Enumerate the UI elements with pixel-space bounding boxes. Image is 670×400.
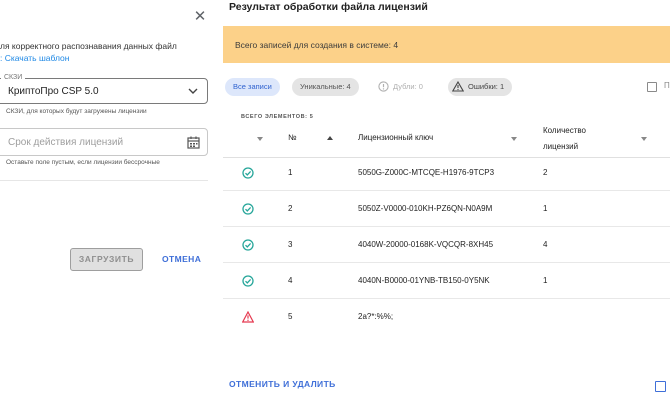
row-license-key: 4040N-B0000-01YNB-TB150-0Y5NK [358, 276, 490, 285]
bottom-checkbox[interactable] [655, 381, 666, 392]
column-license-count-line2: лицензий [543, 142, 579, 151]
cancel-button[interactable]: ОТМЕНА [162, 248, 201, 271]
chevron-down-icon [188, 88, 198, 94]
row-number: 3 [288, 240, 293, 249]
skzi-select-label: СКЗИ [1, 73, 26, 83]
row-license-count: 1 [543, 204, 548, 213]
skzi-helper-text: СКЗИ, для которых будут загружены лиценз… [6, 108, 147, 115]
filter-checkbox-label: П [664, 81, 670, 90]
table-row[interactable]: 5 2a?*:%%; [223, 299, 670, 335]
row-number: 1 [288, 168, 293, 177]
page-title: Результат обработки файла лицензий [229, 1, 428, 13]
column-license-count[interactable]: Количество [543, 126, 586, 135]
row-license-count: 2 [543, 168, 548, 177]
row-number: 5 [288, 312, 293, 321]
upload-button[interactable]: ЗАГРУЗИТЬ [70, 248, 143, 271]
table-row[interactable]: 3 4040W-20000-0168K-VQCQR-8XH45 4 [223, 227, 670, 263]
table-row[interactable]: 4 4040N-B0000-01YNB-TB150-0Y5NK 1 [223, 263, 670, 299]
records-summary-banner: Всего записей для создания в системе: 4 [223, 26, 670, 63]
download-template-link[interactable]: : Скачать шаблон [0, 53, 69, 63]
row-license-count: 4 [543, 240, 548, 249]
column-license-key[interactable]: Лицензионный ключ [358, 133, 433, 142]
table-row[interactable]: 1 5050G-Z000C-MTCQE-H1976-9TCP3 2 [223, 155, 670, 191]
column-number[interactable]: № [288, 133, 297, 142]
filter-checkbox[interactable] [647, 82, 657, 92]
row-license-count: 1 [543, 276, 548, 285]
check-circle-icon [242, 203, 254, 215]
check-circle-icon [242, 275, 254, 287]
row-license-key: 5050G-Z000C-MTCQE-H1976-9TCP3 [358, 168, 495, 177]
row-number: 2 [288, 204, 293, 213]
skzi-select-value: КриптоПро CSP 5.0 [8, 86, 99, 97]
chevron-down-icon[interactable] [640, 136, 648, 142]
sort-asc-icon[interactable] [326, 135, 334, 141]
divider [0, 180, 208, 181]
row-license-key: 5050Z-V0000-010KH-PZ6QN-N0A9M [358, 204, 493, 213]
filter-errors-label: Ошибки: 1 [468, 82, 505, 91]
close-icon[interactable]: ✕ [192, 9, 208, 25]
filter-unique-chip[interactable]: Уникальные: 4 [292, 78, 359, 96]
instruction-text: ля корректного распознавания данных файл [0, 41, 177, 51]
chevron-down-icon[interactable] [256, 136, 264, 142]
filter-errors-chip[interactable]: Ошибки: 1 [448, 78, 513, 96]
row-license-key: 4040W-20000-0168K-VQCQR-8XH45 [358, 240, 494, 249]
skzi-select[interactable]: СКЗИ КриптоПро CSP 5.0 [0, 73, 208, 104]
error-warning-icon [242, 311, 254, 323]
chevron-down-icon[interactable] [510, 136, 518, 142]
calendar-icon[interactable] [187, 136, 200, 149]
license-validity-placeholder: Срок действия лицензий [8, 137, 124, 148]
row-number: 4 [288, 276, 293, 285]
filter-duplicates-chip[interactable]: Дубли: 0 [375, 78, 431, 96]
cancel-and-delete-button[interactable]: ОТМЕНИТЬ И УДАЛИТЬ [229, 379, 336, 389]
table-row[interactable]: 2 5050Z-V0000-010KH-PZ6QN-N0A9M 1 [223, 191, 670, 227]
filter-all-chip[interactable]: Все записи [225, 78, 280, 96]
filter-duplicates-label: Дубли: 0 [393, 82, 423, 91]
check-circle-icon [242, 167, 254, 179]
records-summary-text: Всего записей для создания в системе: 4 [235, 40, 399, 50]
table-header: № Лицензионный ключ Количество лицензий [223, 120, 670, 158]
warning-icon [451, 80, 465, 92]
check-circle-icon [242, 239, 254, 251]
row-license-key: 2a?*:%%; [358, 312, 394, 321]
license-validity-input[interactable]: Срок действия лицензий [0, 128, 208, 156]
license-validity-helper: Оставьте поле пустым, если лицензии бесс… [6, 159, 160, 166]
info-icon [378, 80, 389, 92]
upload-dialog: ✕ ля корректного распознавания данных фа… [0, 0, 214, 400]
